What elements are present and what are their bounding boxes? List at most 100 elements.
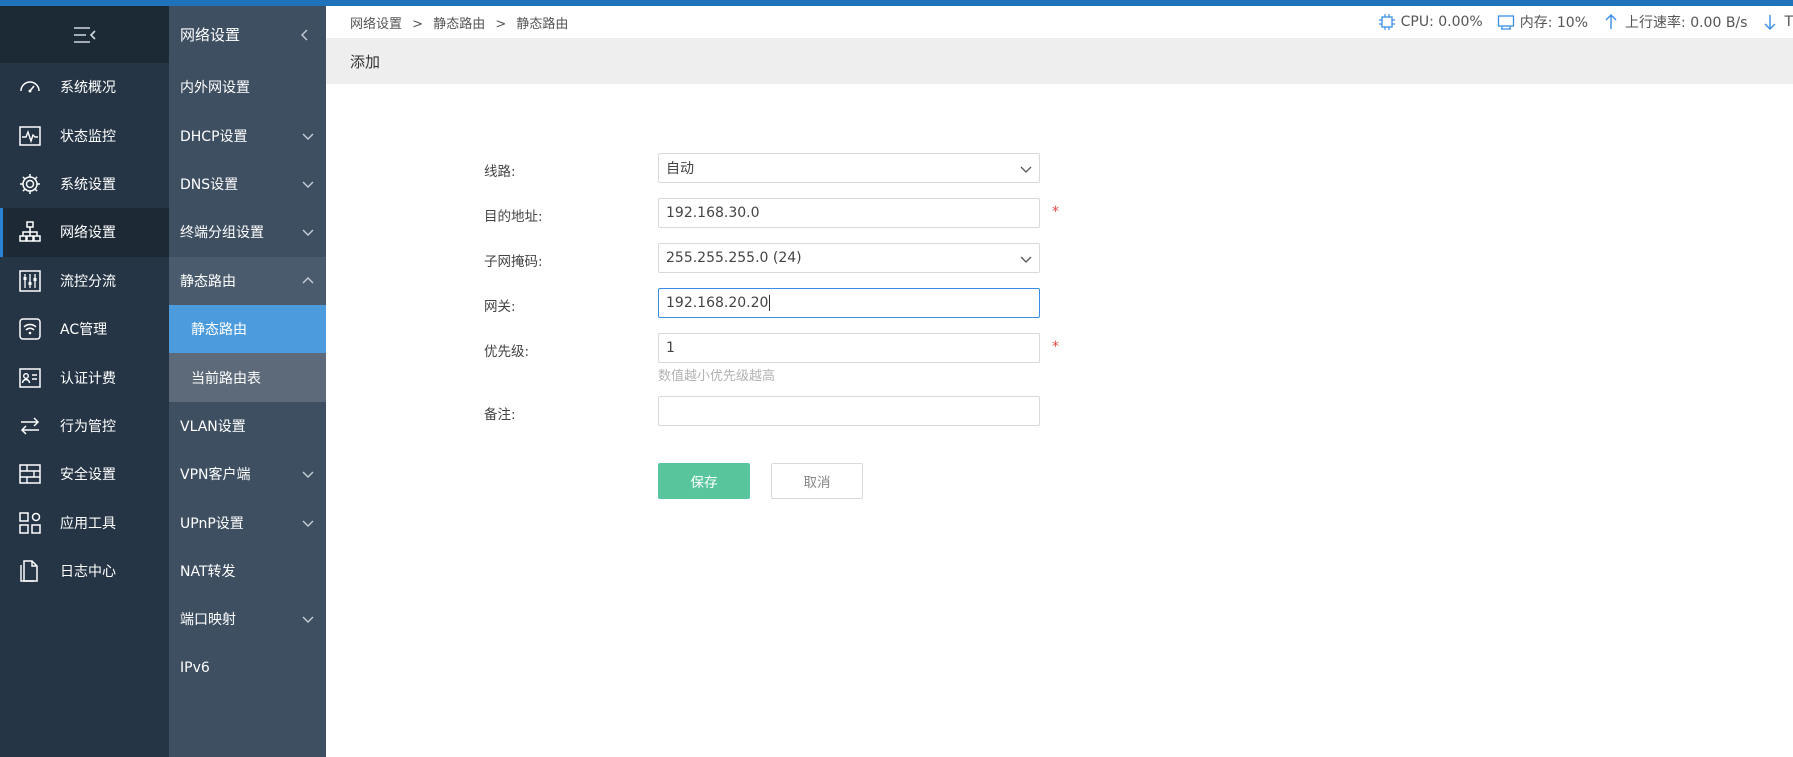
subnav-item-vpn-client[interactable]: VPN客户端 [169,450,326,498]
destination-input[interactable]: 192.168.30.0 [658,198,1040,228]
firewall-icon [0,462,60,486]
subnav-item-terminal-group[interactable]: 终端分组设置 [169,208,326,256]
sidebar-item-label: 流控分流 [60,273,116,290]
breadcrumb-item[interactable]: 静态路由 [433,17,485,32]
form-row-gateway: 网关: 192.168.20.20 [484,288,1040,333]
arrow-up-icon [1605,14,1617,29]
subnav-subitem-label: 当前路由表 [191,370,261,387]
sidebar-item-overview[interactable]: 系统概况 [0,63,169,111]
subnav-item-upnp[interactable]: UPnP设置 [169,499,326,547]
subnav-item-label: VLAN设置 [180,418,246,435]
subnav-subitem-static-route[interactable]: 静态路由 [169,304,326,354]
subnav-item-label: 内外网设置 [180,80,250,97]
sidebar-item-label: 状态监控 [60,128,116,145]
breadcrumb: 网络设置 > 静态路由 > 静态路由 [350,13,574,32]
sidebar-item-auth-billing[interactable]: 认证计费 [0,353,169,401]
cpu-icon [1378,14,1395,30]
cpu-stat: CPU: 0.00% [1378,13,1483,31]
subnav-item-nat[interactable]: NAT转发 [169,547,326,595]
form-row-line: 线路: 自动 [484,153,1040,198]
subnet-mask-label: 子网掩码: [484,254,543,270]
sidebar-item-label: 系统设置 [60,176,116,193]
form-row-priority: 优先级: 1 * 数值越小优先级越高 [484,333,1059,396]
document-icon [0,559,60,583]
memory-stat: 内存: 10% [1497,12,1588,32]
subnav-item-static-route[interactable]: 静态路由 [169,256,326,305]
memory-icon [1497,15,1514,30]
cpu-value: CPU: 0.00% [1400,14,1483,30]
sidebar-item-monitor[interactable]: 状态监控 [0,111,169,159]
chevron-down-icon [302,471,314,479]
subnav-item-port-mapping[interactable]: 端口映射 [169,595,326,643]
monitor-icon [0,124,60,148]
sidebar-item-log-center[interactable]: 日志中心 [0,547,169,595]
line-select[interactable]: 自动 [658,153,1040,183]
required-mark: * [1052,339,1059,355]
upload-value: 上行速率: 0.00 B/s [1625,15,1748,31]
apps-icon [0,511,60,535]
upload-stat: 上行速率: 0.00 B/s [1602,12,1747,32]
arrow-down-icon [1764,15,1776,30]
required-mark: * [1052,204,1059,220]
secondary-sidebar: 网络设置 内外网设置 DHCP设置 DNS设置 终端分组设置 静态路由 静态路由… [169,6,326,757]
note-input[interactable] [658,396,1040,426]
page-title: 添加 [350,52,381,71]
sidebar-item-system-settings[interactable]: 系统设置 [0,160,169,208]
download-value: T [1784,14,1793,30]
breadcrumb-item-current: 静态路由 [516,16,569,32]
subnav-item-label: UPnP设置 [180,515,244,532]
subnav-item-dhcp[interactable]: DHCP设置 [169,111,326,159]
chevron-down-icon [1020,256,1032,263]
subnav-item-label: 端口映射 [180,612,236,629]
gear-icon [0,172,60,196]
wifi-icon [0,317,60,341]
sidebar-item-security[interactable]: 安全设置 [0,450,169,498]
subnav-item-ipv6[interactable]: IPv6 [169,644,326,692]
priority-input[interactable]: 1 [658,333,1040,363]
line-label: 线路: [484,164,516,180]
subnav-item-vlan[interactable]: VLAN设置 [169,402,326,450]
sidebar-item-network-settings[interactable]: 网络设置 [0,208,169,257]
subnav-subitem-route-table[interactable]: 当前路由表 [169,353,326,402]
sliders-icon [0,269,60,293]
sidebar-item-label: 安全设置 [60,467,116,484]
form-actions: 保存 取消 [658,463,1040,499]
subnav-item-label: DHCP设置 [180,128,248,145]
sidebar-item-behavior-control[interactable]: 行为管控 [0,402,169,450]
sidebar-item-ac-management[interactable]: AC管理 [0,305,169,353]
subnet-mask-select[interactable]: 255.255.255.0 (24) [658,243,1040,273]
gateway-input[interactable]: 192.168.20.20 [658,288,1040,318]
breadcrumb-separator: > [495,16,507,32]
network-icon [0,220,60,244]
page-header: 添加 [326,38,1793,84]
subnav-subitem-label: 静态路由 [191,322,247,339]
chevron-down-icon [302,616,314,624]
download-stat: T [1761,13,1793,31]
priority-value: 1 [666,340,675,356]
cancel-button[interactable]: 取消 [771,463,863,499]
subnav-title: 网络设置 [180,26,241,44]
breadcrumb-item[interactable]: 网络设置 [350,17,402,32]
subnav-item-label: VPN客户端 [180,467,251,484]
subnet-mask-value: 255.255.255.0 (24) [666,250,802,266]
main-content: 网络设置 > 静态路由 > 静态路由 CPU: 0.00% 内存: 10% 上行… [326,6,1793,757]
primary-sidebar: 系统概况 状态监控 系统设置 网络设置 流控分流 AC管理 认证计费 行为管控 … [0,6,169,757]
chevron-left-icon[interactable] [298,28,312,42]
priority-label: 优先级: [484,344,530,360]
sidebar-item-label: 认证计费 [60,370,116,387]
subnav-item-lan-wan[interactable]: 内外网设置 [169,63,326,111]
id-card-icon [0,366,60,390]
destination-label: 目的地址: [484,209,543,225]
save-button[interactable]: 保存 [658,463,750,499]
sidebar-item-label: 网络设置 [60,225,116,242]
text-cursor [769,295,771,311]
subnav-header: 网络设置 [169,6,326,63]
sidebar-item-label: 行为管控 [60,418,116,435]
sidebar-item-app-tools[interactable]: 应用工具 [0,499,169,547]
note-label: 备注: [484,407,516,423]
form-row-subnet-mask: 子网掩码: 255.255.255.0 (24) [484,243,1040,288]
form-row-note: 备注: [484,396,1040,441]
subnav-item-dns[interactable]: DNS设置 [169,160,326,208]
menu-toggle-button[interactable] [0,6,169,63]
sidebar-item-traffic-control[interactable]: 流控分流 [0,257,169,305]
